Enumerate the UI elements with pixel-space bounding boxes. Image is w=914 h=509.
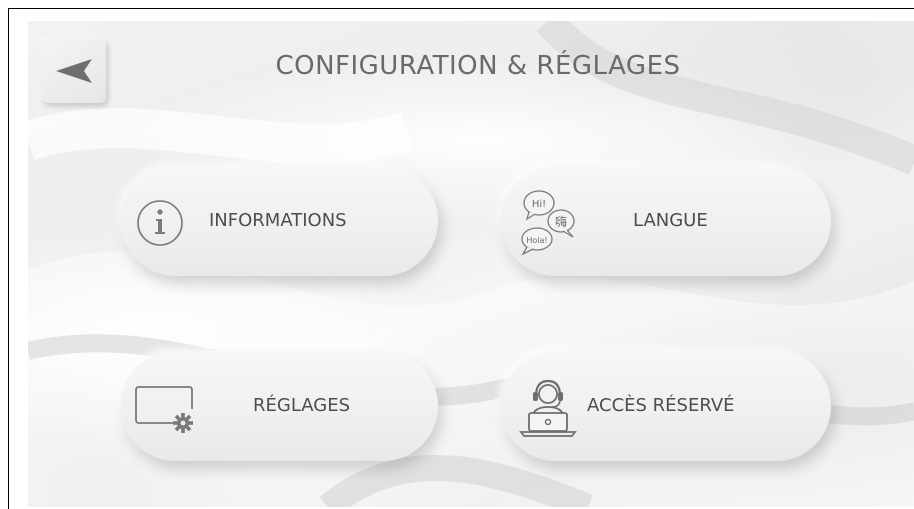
reglages-label: RÉGLAGES <box>253 395 351 416</box>
speech-bubbles-icon: Hi! 嗨 Hola! <box>521 190 575 256</box>
langue-button[interactable]: Hi! 嗨 Hola! LANGUE <box>501 166 831 276</box>
arrow-left-icon <box>56 59 92 83</box>
back-button[interactable] <box>42 39 106 103</box>
window-frame: CONFIGURATION & RÉGLAGES INFORMATIONS Hi… <box>8 8 914 509</box>
acces-reserve-label: ACCÈS RÉSERVÉ <box>587 395 735 416</box>
settings-screen-icon <box>135 386 193 433</box>
reglages-button[interactable]: RÉGLAGES <box>121 351 438 461</box>
bubble-hola-text: Hola! <box>526 236 547 245</box>
informations-button[interactable]: INFORMATIONS <box>121 166 438 276</box>
langue-label: LANGUE <box>633 210 708 231</box>
bubble-hi-text: Hi! <box>532 199 546 210</box>
info-icon <box>137 200 183 246</box>
support-agent-icon <box>519 379 577 437</box>
informations-label: INFORMATIONS <box>209 210 347 231</box>
page-title: CONFIGURATION & RÉGLAGES <box>275 51 681 81</box>
bubble-chinese-text: 嗨 <box>555 215 567 229</box>
acces-reserve-button[interactable]: ACCÈS RÉSERVÉ <box>501 351 831 461</box>
config-screen: CONFIGURATION & RÉGLAGES INFORMATIONS Hi… <box>28 21 914 507</box>
